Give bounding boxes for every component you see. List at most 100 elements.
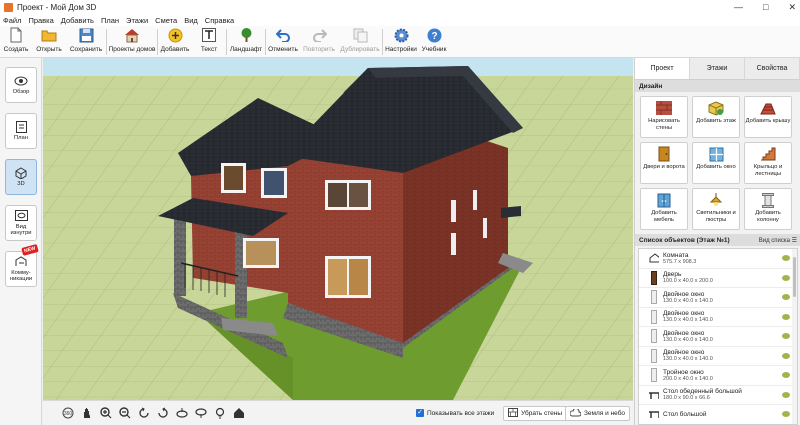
show-all-floors-checkbox[interactable]: ✓ Показывать все этажи — [416, 409, 494, 417]
visibility-eye-icon[interactable] — [782, 352, 790, 359]
lights-chandeliers-button[interactable]: Светильники и люстры — [692, 188, 740, 230]
view-communications-button[interactable]: Комму-никации — [5, 251, 37, 287]
tilt-up-icon[interactable] — [175, 406, 189, 420]
maximize-button[interactable]: □ — [763, 2, 768, 12]
svg-text:360: 360 — [64, 411, 73, 417]
visibility-eye-icon[interactable] — [782, 255, 790, 262]
new-doc-icon — [8, 27, 24, 43]
view-3d-button[interactable]: 3D — [5, 159, 37, 195]
tab-floors[interactable]: Этажи — [690, 58, 745, 79]
add-button[interactable]: Добавить — [158, 26, 192, 58]
objects-list: Комната 575.7 x 908.3 Дверь 100.0 x 40.0 x… — [638, 248, 798, 425]
tab-properties[interactable]: Свойства — [745, 58, 800, 79]
right-tabs: Проект Этажи Свойства — [635, 58, 800, 80]
landscape-button[interactable]: Ландшафт — [227, 26, 265, 58]
view-inside-button[interactable]: Вид изнутри — [5, 205, 37, 241]
zoom-in-icon[interactable] — [99, 406, 113, 420]
eye-icon — [14, 75, 28, 87]
rotate-left-icon[interactable] — [137, 406, 151, 420]
minimize-button[interactable]: — — [734, 2, 743, 12]
settings-button[interactable]: Настройки — [383, 26, 419, 58]
add-window-button[interactable]: Добавить окно — [692, 142, 740, 184]
list-view-link[interactable]: Вид списка ☰ — [759, 237, 797, 244]
add-floor-button[interactable]: Добавить этаж — [692, 96, 740, 138]
home-view-icon[interactable] — [232, 406, 246, 420]
window-icon — [649, 367, 659, 383]
scrollbar-thumb[interactable] — [793, 257, 796, 297]
door-icon — [649, 270, 659, 286]
visibility-eye-icon[interactable] — [782, 372, 790, 379]
window-icon — [649, 328, 659, 344]
visibility-eye-icon[interactable] — [782, 274, 790, 281]
text-button[interactable]: Текст — [192, 26, 226, 58]
checkbox-checked-icon: ✓ — [416, 409, 424, 417]
list-item[interactable]: Тройное окно 200.0 x 40.0 x 140.0 — [639, 366, 797, 386]
visibility-eye-icon[interactable] — [782, 333, 790, 340]
light-bulb-icon[interactable] — [213, 406, 227, 420]
hand-pan-icon[interactable] — [80, 406, 94, 420]
visibility-eye-icon[interactable] — [782, 294, 790, 301]
design-section-header: Дизайн — [635, 80, 800, 92]
menu-estimate[interactable]: Смета — [155, 16, 177, 25]
menu-plan[interactable]: План — [101, 16, 119, 25]
list-item[interactable]: Двойное окно 130.0 x 40.0 x 140.0 — [639, 327, 797, 347]
column-icon — [760, 192, 776, 208]
ground-sky-button[interactable]: Земля и небо — [565, 406, 631, 421]
floor-icon — [708, 100, 724, 116]
menu-floors[interactable]: Этажи — [126, 16, 148, 25]
visibility-eye-icon[interactable] — [782, 391, 790, 398]
tree-icon — [238, 27, 254, 43]
objects-scrollbar[interactable] — [792, 249, 797, 424]
draw-walls-button[interactable]: Нарисовать стены — [640, 96, 688, 138]
undo-button[interactable]: Отменить — [266, 26, 300, 58]
duplicate-button[interactable]: Дублировать — [338, 26, 382, 58]
window-icon — [649, 348, 659, 364]
visibility-eye-icon[interactable] — [782, 313, 790, 320]
list-item[interactable]: Двойное окно 130.0 x 40.0 x 140.0 — [639, 288, 797, 308]
3d-viewport[interactable] — [43, 58, 633, 400]
zoom-out-icon[interactable] — [118, 406, 132, 420]
redo-button[interactable]: Повторить — [300, 26, 338, 58]
add-column-button[interactable]: Добавить колонну — [744, 188, 792, 230]
menu-edit[interactable]: Правка — [28, 16, 53, 25]
rotate-right-icon[interactable] — [156, 406, 170, 420]
help-icon: ? — [426, 27, 442, 43]
view-overview-button[interactable]: Обзор — [5, 67, 37, 103]
main-toolbar: Создать Открыть Сохранить Проекты домов … — [0, 26, 800, 58]
lamp-icon — [708, 192, 724, 208]
window-icon — [649, 289, 659, 305]
porch-stairs-button[interactable]: Крыльцо и лестницы — [744, 142, 792, 184]
right-panel: Проект Этажи Свойства Дизайн Нарисовать … — [634, 58, 800, 425]
list-item[interactable]: Комната 575.7 x 908.3 — [639, 249, 797, 269]
menu-file[interactable]: Файл — [3, 16, 21, 25]
menu-help[interactable]: Справка — [205, 16, 234, 25]
open-button[interactable]: Открыть — [32, 26, 66, 58]
hide-walls-button[interactable]: Убрать стены — [503, 406, 567, 421]
window-icon — [708, 146, 724, 162]
list-item[interactable]: Двойное окно 130.0 x 40.0 x 140.0 — [639, 347, 797, 366]
menu-add[interactable]: Добавить — [61, 16, 94, 25]
viewport-toolbar: 360 ✓ Показывать все этажи Убрать стены … — [43, 400, 633, 425]
design-grid: Нарисовать стены Добавить этаж Добавить … — [635, 92, 800, 234]
list-item[interactable]: Стол обеденный большой 180.0 x 90.0 x 66.… — [639, 386, 797, 405]
list-item[interactable]: Дверь 100.0 x 40.0 x 200.0 — [639, 269, 797, 288]
visibility-eye-icon[interactable] — [782, 411, 790, 418]
tilt-down-icon[interactable] — [194, 406, 208, 420]
add-furniture-button[interactable]: Добавить мебель — [640, 188, 688, 230]
list-item[interactable]: Двойное окно 130.0 x 40.0 x 140.0 — [639, 308, 797, 327]
camera-360-icon[interactable]: 360 — [61, 406, 75, 420]
tutorial-button[interactable]: ? Учебник — [419, 26, 449, 58]
menu-view[interactable]: Вид — [184, 16, 198, 25]
create-button[interactable]: Создать — [0, 26, 32, 58]
doors-gates-button[interactable]: Двери и ворота — [640, 142, 688, 184]
add-roof-button[interactable]: Добавить крышу — [744, 96, 792, 138]
objects-section-header: Список объектов (Этаж №1) Вид списка ☰ — [635, 234, 800, 246]
close-button[interactable]: ✕ — [788, 2, 796, 13]
tab-project[interactable]: Проект — [635, 58, 690, 79]
folder-icon — [41, 27, 57, 43]
house-projects-button[interactable]: Проекты домов — [107, 26, 157, 58]
roof-icon — [760, 100, 776, 116]
list-item[interactable]: Стол большой — [639, 405, 797, 424]
save-button[interactable]: Сохранить — [66, 26, 106, 58]
view-plan-button[interactable]: План — [5, 113, 37, 149]
